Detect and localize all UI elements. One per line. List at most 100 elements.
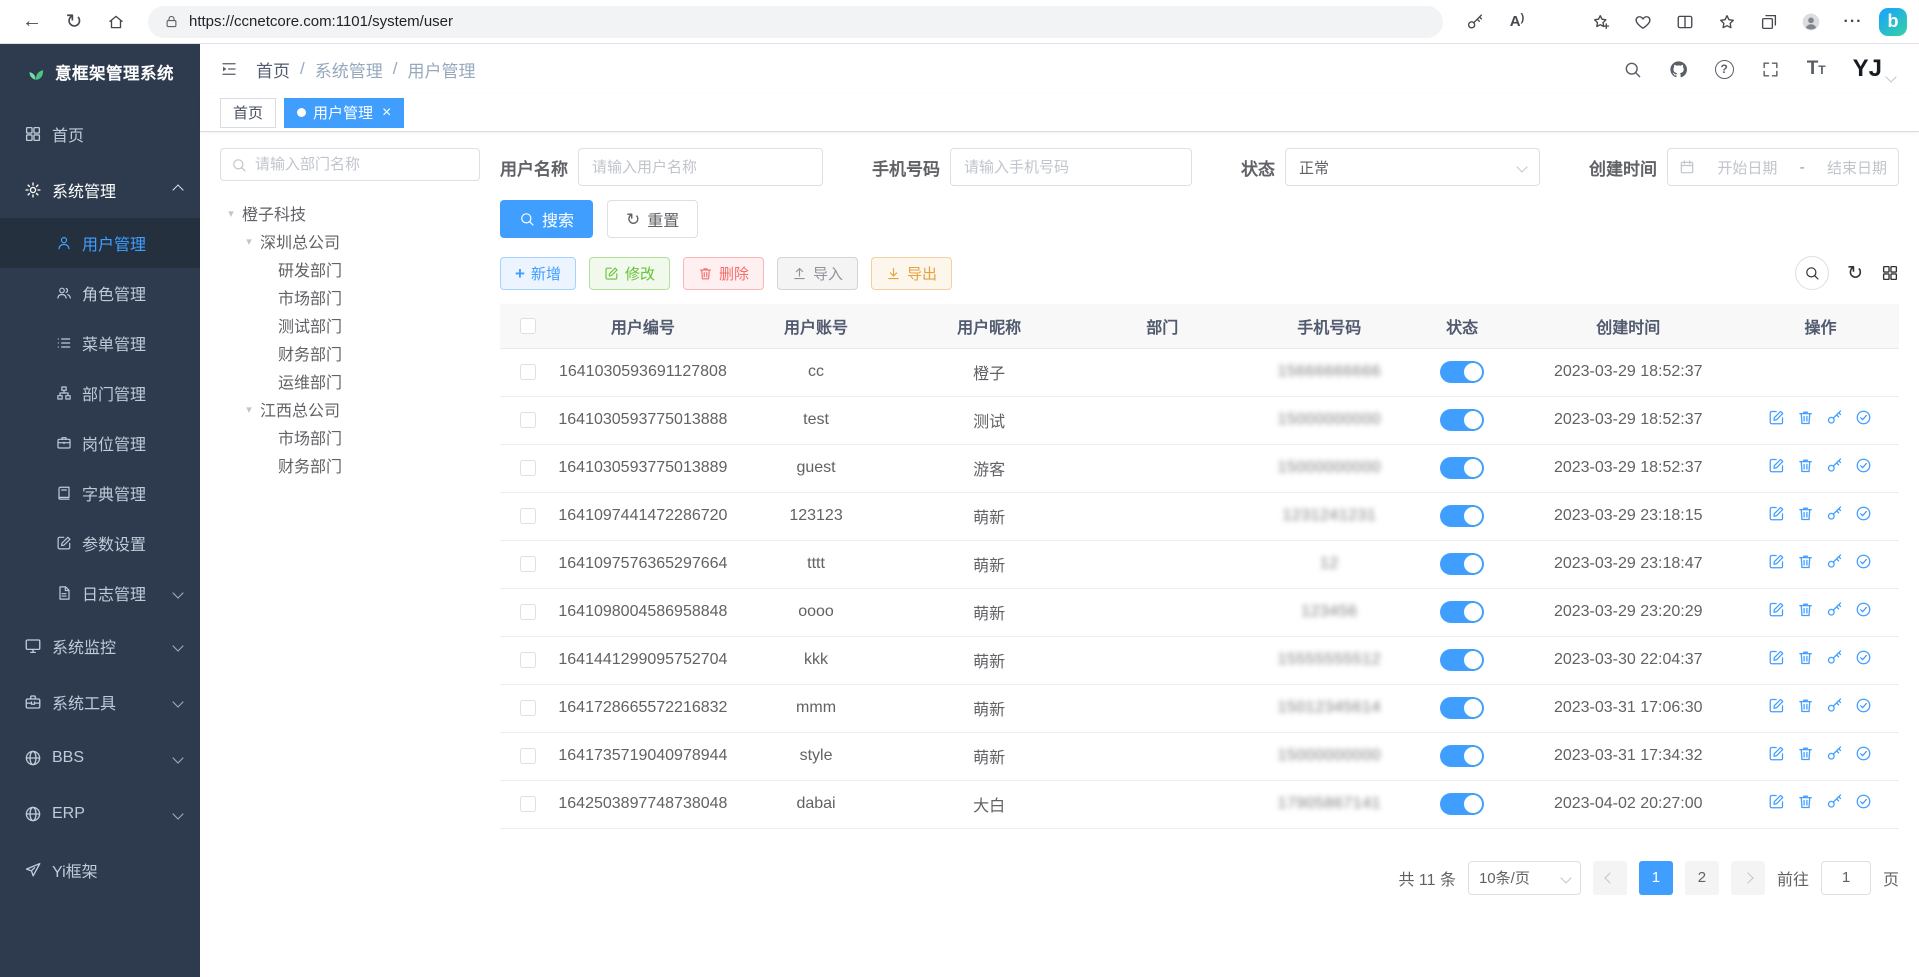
search-icon[interactable] <box>1623 60 1642 79</box>
bing-chat-icon[interactable]: b <box>1879 8 1907 36</box>
sidebar-item-dict-management[interactable]: 字典管理 <box>0 468 200 518</box>
favorites-icon[interactable] <box>1707 4 1747 40</box>
edit-icon[interactable] <box>1768 409 1785 426</box>
refresh-button[interactable]: ↻ <box>54 4 94 40</box>
row-checkbox[interactable] <box>520 748 536 764</box>
dept-search-input[interactable] <box>255 156 469 173</box>
reset-password-icon[interactable] <box>1826 553 1843 570</box>
search-button[interactable]: 搜索 <box>500 200 593 238</box>
reset-password-icon[interactable] <box>1826 649 1843 666</box>
tree-node[interactable]: 市场部门 <box>220 423 480 451</box>
edit-icon[interactable] <box>1768 553 1785 570</box>
status-toggle[interactable] <box>1440 649 1484 671</box>
delete-icon[interactable] <box>1797 409 1814 426</box>
edit-icon[interactable] <box>1768 505 1785 522</box>
read-aloud-icon[interactable]: A) <box>1497 4 1537 40</box>
sidebar-item-erp[interactable]: ERP <box>0 786 200 842</box>
status-toggle[interactable] <box>1440 505 1484 527</box>
reset-password-icon[interactable] <box>1826 793 1843 810</box>
row-checkbox[interactable] <box>520 508 536 524</box>
tree-node[interactable]: ▾橙子科技 <box>220 199 480 227</box>
row-checkbox[interactable] <box>520 652 536 668</box>
sidebar-item-bbs[interactable]: BBS <box>0 730 200 786</box>
fullscreen-icon[interactable] <box>1761 60 1780 79</box>
grid-icon[interactable] <box>1881 264 1899 282</box>
sidebar-item-role-management[interactable]: 角色管理 <box>0 268 200 318</box>
reset-password-icon[interactable] <box>1826 409 1843 426</box>
tree-node[interactable]: ▾江西总公司 <box>220 395 480 423</box>
modify-button[interactable]: 修改 <box>589 257 670 290</box>
page-button-2[interactable]: 2 <box>1685 861 1719 895</box>
import-button[interactable]: 导入 <box>777 257 858 290</box>
row-checkbox[interactable] <box>520 460 536 476</box>
phone-input[interactable] <box>950 148 1192 186</box>
assign-role-icon[interactable] <box>1855 553 1872 570</box>
close-tab-icon[interactable]: × <box>382 105 391 121</box>
sidebar-item-yi-framework[interactable]: Yi框架 <box>0 842 200 898</box>
row-checkbox[interactable] <box>520 604 536 620</box>
sidebar-item-system-tools[interactable]: 系统工具 <box>0 674 200 730</box>
sidebar-item-system-monitor[interactable]: 系统监控 <box>0 618 200 674</box>
tab-user-management[interactable]: 用户管理 × <box>284 98 404 128</box>
tree-node[interactable]: 运维部门 <box>220 367 480 395</box>
delete-icon[interactable] <box>1797 745 1814 762</box>
collections-icon[interactable] <box>1749 4 1789 40</box>
tree-node[interactable]: 研发部门 <box>220 255 480 283</box>
refresh-icon[interactable]: ↻ <box>1847 262 1863 285</box>
search-toggle-icon[interactable] <box>1795 256 1829 290</box>
assign-role-icon[interactable] <box>1855 505 1872 522</box>
assign-role-icon[interactable] <box>1855 457 1872 474</box>
edit-icon[interactable] <box>1768 697 1785 714</box>
status-toggle[interactable] <box>1440 361 1484 383</box>
split-screen-icon[interactable] <box>1665 4 1705 40</box>
status-select[interactable]: 正常 <box>1285 148 1540 186</box>
edit-icon[interactable] <box>1768 793 1785 810</box>
breadcrumb-item[interactable]: 首页 <box>256 57 290 82</box>
goto-page-input[interactable] <box>1821 861 1871 895</box>
reset-password-icon[interactable] <box>1826 745 1843 762</box>
edit-icon[interactable] <box>1768 745 1785 762</box>
edit-icon[interactable] <box>1768 649 1785 666</box>
reset-password-icon[interactable] <box>1826 601 1843 618</box>
sidebar-item-post-management[interactable]: 岗位管理 <box>0 418 200 468</box>
reset-password-icon[interactable] <box>1826 457 1843 474</box>
password-key-icon[interactable] <box>1455 4 1495 40</box>
status-toggle[interactable] <box>1440 601 1484 623</box>
zoom-out-icon[interactable] <box>1539 4 1579 40</box>
delete-icon[interactable] <box>1797 505 1814 522</box>
tree-caret-icon[interactable]: ▾ <box>238 235 260 248</box>
row-checkbox[interactable] <box>520 700 536 716</box>
delete-icon[interactable] <box>1797 553 1814 570</box>
sidebar-item-param-settings[interactable]: 参数设置 <box>0 518 200 568</box>
question-icon[interactable]: ? <box>1715 60 1734 79</box>
assign-role-icon[interactable] <box>1855 649 1872 666</box>
export-button[interactable]: 导出 <box>871 257 952 290</box>
browser-essentials-icon[interactable] <box>1623 4 1663 40</box>
date-range-picker[interactable]: 开始日期 - 结束日期 <box>1667 148 1899 186</box>
status-toggle[interactable] <box>1440 409 1484 431</box>
row-checkbox[interactable] <box>520 796 536 812</box>
url-text[interactable]: https://ccnetcore.com:1101/system/user <box>189 13 453 30</box>
github-icon[interactable] <box>1669 60 1688 79</box>
sidebar-toggle-icon[interactable] <box>220 60 238 78</box>
profile-avatar-icon[interactable] <box>1791 4 1831 40</box>
sidebar-item-dept-management[interactable]: 部门管理 <box>0 368 200 418</box>
edit-icon[interactable] <box>1768 601 1785 618</box>
page-button-1[interactable]: 1 <box>1639 861 1673 895</box>
reset-password-icon[interactable] <box>1826 505 1843 522</box>
delete-icon[interactable] <box>1797 697 1814 714</box>
add-button[interactable]: + 新增 <box>500 257 576 290</box>
reset-button[interactable]: ↻ 重置 <box>607 200 698 238</box>
url-bar[interactable]: https://ccnetcore.com:1101/system/user <box>148 6 1443 38</box>
sidebar-item-log-management[interactable]: 日志管理 <box>0 568 200 618</box>
delete-button[interactable]: 删除 <box>683 257 764 290</box>
user-avatar[interactable]: YJ <box>1853 57 1895 81</box>
page-size-select[interactable]: 10条/页 <box>1468 861 1581 895</box>
tree-caret-icon[interactable]: ▾ <box>238 403 260 416</box>
sidebar-item-system-management[interactable]: 系统管理 <box>0 162 200 218</box>
tree-caret-icon[interactable]: ▾ <box>220 207 242 220</box>
row-checkbox[interactable] <box>520 412 536 428</box>
sidebar-item-user-management[interactable]: 用户管理 <box>0 218 200 268</box>
assign-role-icon[interactable] <box>1855 793 1872 810</box>
tree-node[interactable]: 财务部门 <box>220 339 480 367</box>
